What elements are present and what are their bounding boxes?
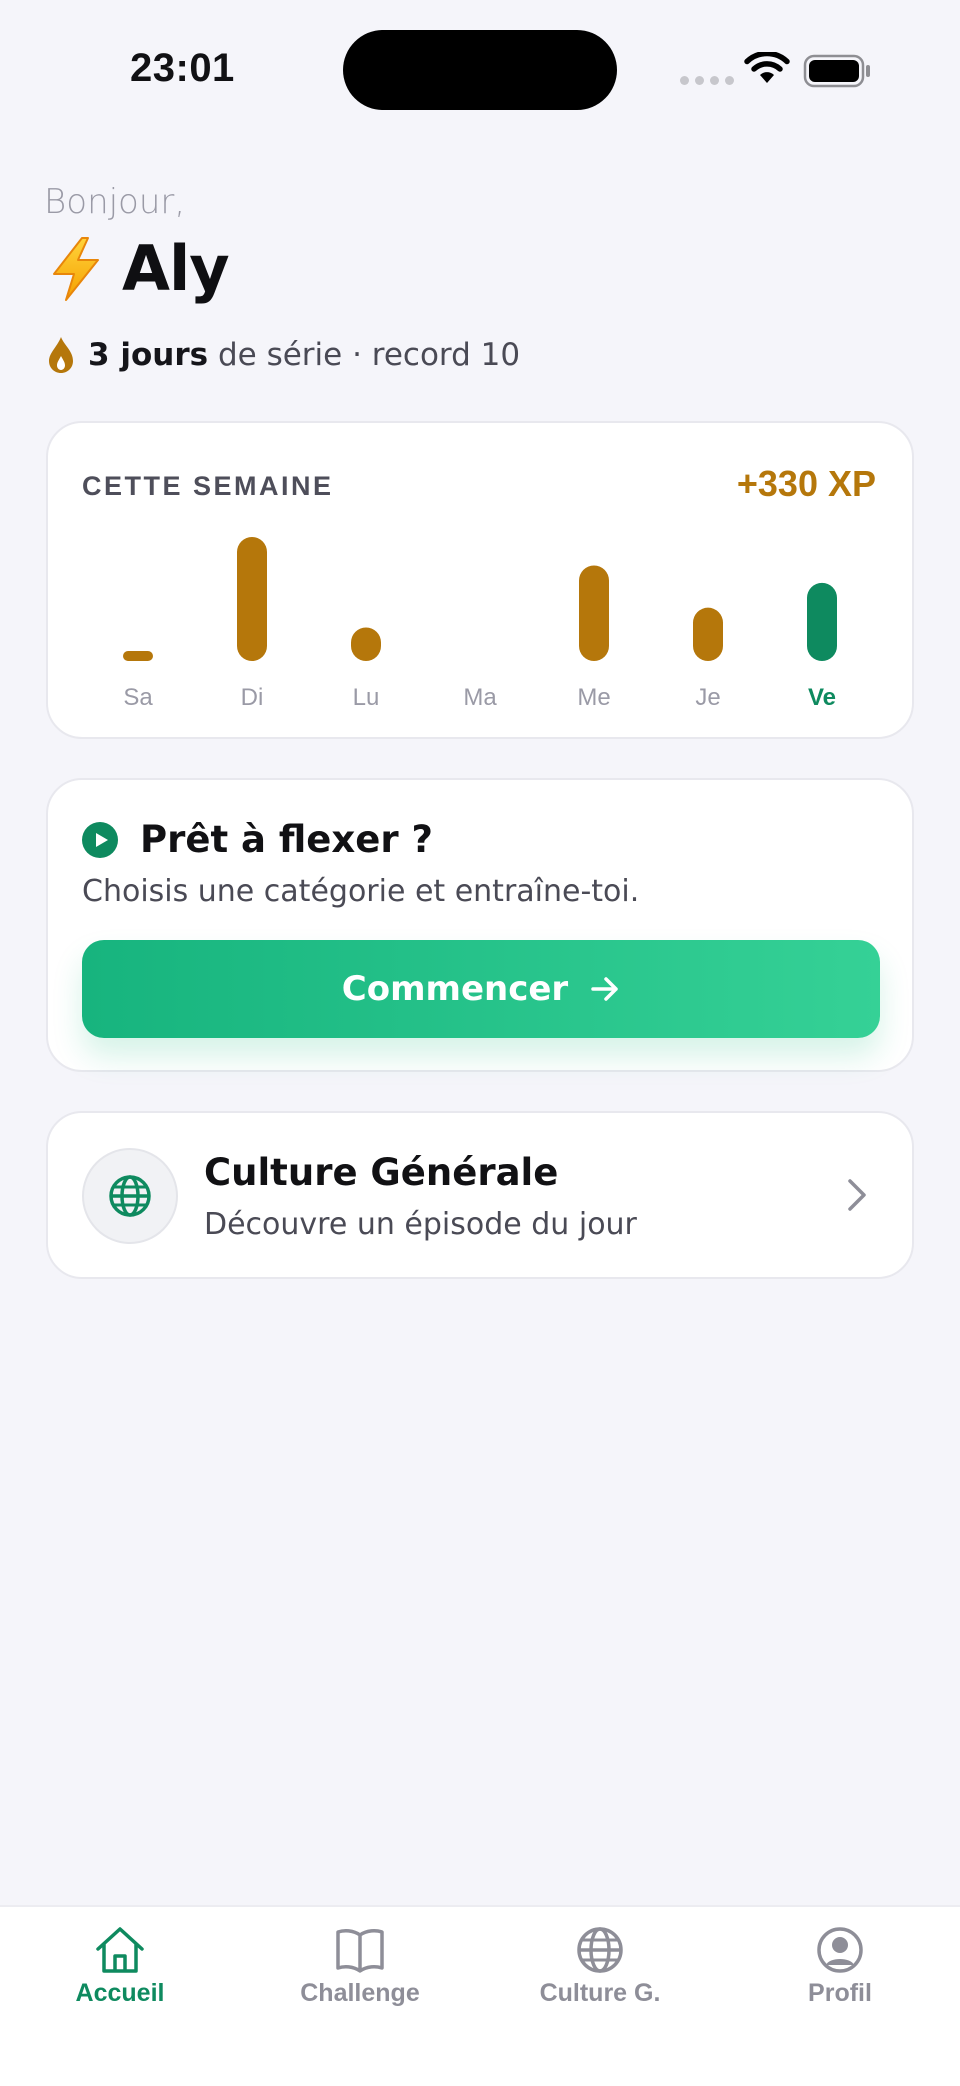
day-label-ve: Ve [808, 684, 836, 711]
user-name: Aly [122, 232, 230, 305]
start-button-label: Commencer [341, 969, 569, 1009]
tab-culture-g[interactable]: Culture G. [510, 1925, 690, 2008]
cellular-signal-icon [680, 76, 734, 85]
day-label-me: Me [577, 684, 610, 711]
day-label-je: Je [695, 684, 720, 711]
day-bar-di [237, 537, 267, 661]
tab-label: Challenge [300, 1979, 420, 2007]
profile-icon [817, 1927, 863, 1973]
flame-icon [49, 337, 73, 373]
streak-info: 3 jours de série · record 10 [48, 336, 520, 374]
day-bar-me [579, 565, 609, 661]
start-subtitle: Choisis une catégorie et entraîne-toi. [82, 874, 640, 909]
wifi-icon [744, 52, 790, 83]
tab-label: Profil [808, 1979, 872, 2007]
globe-icon [577, 1927, 623, 1973]
day-label-di: Di [241, 684, 264, 711]
tab-label: Accueil [75, 1979, 165, 2007]
day-label-ma: Ma [463, 684, 497, 711]
tab-accueil[interactable]: Accueil [30, 1925, 210, 2008]
culture-subtitle: Découvre un épisode du jour [204, 1207, 637, 1242]
user-row: Aly [48, 232, 230, 305]
day-label-lu: Lu [353, 684, 380, 711]
tab-bar: Accueil Challenge Culture G. Profil [0, 1905, 960, 2086]
home-icon [96, 1927, 144, 1973]
globe-icon [109, 1175, 151, 1217]
arrow-right-icon [591, 977, 618, 1001]
day-bar-lu [351, 627, 381, 661]
status-time: 23:01 [130, 46, 235, 90]
battery-icon [803, 54, 870, 88]
weekly-activity-chart: Sa Di Lu Ma Me Je Ve [123, 537, 837, 711]
day-label-sa: Sa [123, 684, 153, 711]
streak-record: de série · record 10 [208, 337, 521, 373]
culture-generale-card[interactable]: Culture Générale Découvre un épisode du … [46, 1111, 914, 1279]
lightning-icon [53, 236, 99, 301]
day-bar-je [693, 607, 723, 661]
status-bar: 23:01 [0, 0, 960, 140]
start-practice-card: Prêt à flexer ? Choisis une catégorie et… [46, 778, 914, 1072]
book-icon [336, 1929, 384, 1973]
tab-profil[interactable]: Profil [750, 1925, 930, 2008]
start-title: Prêt à flexer ? [140, 818, 433, 861]
tab-challenge[interactable]: Challenge [270, 1925, 450, 2008]
weekly-xp-card: CETTE SEMAINE +330 XP Sa Di Lu Ma Me Je Ve [46, 421, 914, 739]
play-icon [82, 821, 118, 858]
chevron-right-icon [848, 1179, 866, 1211]
day-bar-sa [123, 651, 153, 661]
start-button[interactable]: Commencer [82, 940, 880, 1038]
tab-label: Culture G. [539, 1979, 661, 2007]
streak-days: 3 jours [88, 337, 209, 373]
culture-title: Culture Générale [204, 1151, 559, 1194]
greeting-text: Bonjour, [44, 182, 186, 222]
dynamic-island [343, 30, 617, 110]
globe-badge [82, 1148, 178, 1244]
day-bar-ve [807, 582, 837, 661]
